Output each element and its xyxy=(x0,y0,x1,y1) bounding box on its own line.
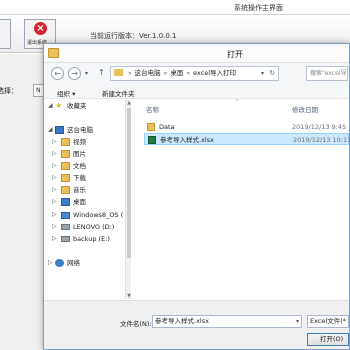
nav-item-label: 网络 xyxy=(67,259,80,267)
download-folder-icon xyxy=(61,174,70,182)
back-button[interactable]: ← xyxy=(51,67,64,80)
expander-icon[interactable]: ▷ xyxy=(52,184,57,196)
expander-icon[interactable]: ▷ xyxy=(48,257,53,269)
filename-input[interactable]: 参考导入样式.xlsx ▾ xyxy=(152,315,302,328)
nav-item-label: 下载 xyxy=(73,174,86,182)
expander-icon[interactable]: ▷ xyxy=(52,136,57,148)
nav-item-label: 收藏夹 xyxy=(67,102,87,110)
expander-icon[interactable]: ◢ xyxy=(48,124,53,136)
scroll-down-icon[interactable]: ▼ xyxy=(126,293,132,299)
breadcrumb-desktop[interactable]: 桌面 xyxy=(170,69,183,77)
column-header-date[interactable]: 修改日期 xyxy=(292,104,318,114)
file-date: 2019/12/13 10:11 xyxy=(293,136,350,144)
star-icon: ★ xyxy=(55,101,63,110)
excel-file-icon xyxy=(148,136,156,144)
expander-icon[interactable]: ▷ xyxy=(52,209,57,221)
expander-icon[interactable]: ▷ xyxy=(52,160,57,172)
scrollbar-thumb[interactable] xyxy=(127,108,131,258)
file-name: Data xyxy=(159,123,175,131)
file-date: 2019/12/13 9:45 xyxy=(292,123,347,131)
address-bar[interactable]: » 这台电脑» 桌面» excel导入打印 ▾ ↻ xyxy=(110,66,279,81)
windows-drive-icon xyxy=(61,212,70,219)
nav-item-label: LENOVO (D:) xyxy=(73,223,115,231)
dialog-bottom-bar: 文件名(N): 参考导入样式.xlsx ▾ Excel文件(* 打开(O) xyxy=(44,300,349,349)
navigation-scrollbar[interactable]: ▲ ▼ xyxy=(125,100,131,299)
nav-item-label: backup (E:) xyxy=(73,235,110,243)
nav-item-label: 图片 xyxy=(73,150,86,158)
file-name: 参考导入样式.xlsx xyxy=(160,136,214,144)
breadcrumb-this-pc[interactable]: 这台电脑 xyxy=(135,69,161,77)
nav-item-label: 文档 xyxy=(73,162,86,170)
file-list: 名称 ^ 修改日期 Data 2019/12/13 9:45 参考导入样式.xl… xyxy=(142,99,350,299)
document-folder-icon xyxy=(61,162,70,170)
file-type-select[interactable]: Excel文件(* xyxy=(307,315,349,328)
picture-folder-icon xyxy=(61,150,70,158)
open-button[interactable]: 打开(O) xyxy=(307,333,349,346)
expander-icon[interactable]: ▷ xyxy=(52,196,57,208)
file-row-xlsx[interactable]: 参考导入样式.xlsx 2019/12/13 10:11 xyxy=(144,133,350,145)
refresh-icon[interactable]: ↻ xyxy=(269,67,275,80)
nav-item-label: Windows8_OS ( xyxy=(73,211,124,219)
nav-item-label: 桌面 xyxy=(73,198,86,206)
open-file-dialog: 打开 ← → ▾ ↑ » 这台电脑» 桌面» excel导入打印 ▾ ↻ 搜索"exc… xyxy=(43,43,350,350)
expander-icon[interactable]: ▷ xyxy=(52,233,57,245)
up-button[interactable]: ↑ xyxy=(98,68,105,77)
video-folder-icon xyxy=(61,138,70,146)
scroll-up-icon[interactable]: ▲ xyxy=(126,100,132,106)
drive-icon xyxy=(61,224,70,230)
desktop-icon xyxy=(61,198,70,206)
filename-label: 文件名(N): xyxy=(120,320,152,328)
breadcrumb-excel-folder[interactable]: excel导入打印 xyxy=(193,69,236,77)
dialog-titlebar: 打开 xyxy=(44,44,349,63)
toolbar-button-partial[interactable] xyxy=(0,19,11,49)
nav-item-label: 视频 xyxy=(73,138,86,146)
new-folder-button[interactable]: 新建文件夹 xyxy=(102,88,135,98)
drive-icon xyxy=(61,236,70,242)
chevron-down-icon[interactable]: ▾ xyxy=(296,316,299,327)
expander-icon[interactable]: ◢ xyxy=(48,100,53,112)
expander-icon[interactable]: ▷ xyxy=(52,221,57,233)
expander-icon[interactable]: ▷ xyxy=(52,148,57,160)
machine-select-label: 机选择： xyxy=(0,87,18,95)
close-icon: × xyxy=(34,22,47,35)
version-text: 当前运行版本：Ver.1.0.0.1 xyxy=(90,32,177,40)
filename-value: 参考导入样式.xlsx xyxy=(155,317,209,325)
navigation-bar: ← → ▾ ↑ » 这台电脑» 桌面» excel导入打印 ▾ ↻ 搜索"excel导… xyxy=(44,63,349,85)
dialog-title: 打开 xyxy=(227,50,243,59)
breadcrumb-separator: » xyxy=(128,70,132,77)
breadcrumb-separator: » xyxy=(186,70,191,77)
command-bar: 组织 ▾ 新建文件夹 xyxy=(44,85,349,99)
music-folder-icon xyxy=(61,186,70,194)
organize-button[interactable]: 组织 ▾ xyxy=(57,88,75,98)
nav-item-label: 音乐 xyxy=(73,186,86,194)
recent-locations-dropdown[interactable]: ▾ xyxy=(85,70,88,77)
forward-button[interactable]: → xyxy=(68,67,81,80)
folder-icon xyxy=(147,123,155,131)
breadcrumb-separator: » xyxy=(163,70,168,77)
folder-icon xyxy=(114,69,123,76)
main-window-title: 系统操作主界面 xyxy=(234,4,283,12)
network-icon xyxy=(55,259,64,267)
file-row-data-folder[interactable]: Data 2019/12/13 9:45 xyxy=(144,121,349,133)
column-header-name[interactable]: 名称 xyxy=(146,104,159,114)
address-dropdown[interactable]: ▾ xyxy=(261,67,264,80)
main-titlebar: 系统操作主界面 xyxy=(0,0,350,15)
folder-icon xyxy=(48,48,59,58)
sort-arrow-icon: ^ xyxy=(235,99,240,105)
expander-icon[interactable]: ▷ xyxy=(52,172,57,184)
search-input[interactable]: 搜索"excel导入... xyxy=(306,66,348,81)
computer-icon xyxy=(55,126,64,134)
nav-item-label: 这台电脑 xyxy=(67,126,93,134)
navigation-pane: ◢ ★ 收藏夹 ◢ 这台电脑 ▷ 视频 ▷ 图片 ▷ 文档 ▷ 下载 ▷ 音乐 … xyxy=(44,100,131,299)
